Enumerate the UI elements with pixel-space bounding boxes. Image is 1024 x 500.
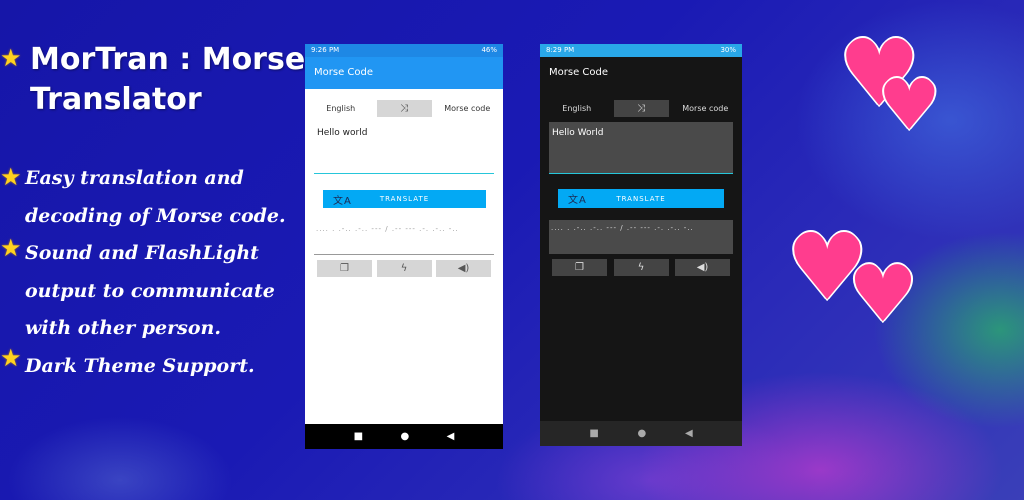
copy-icon: ❐ xyxy=(575,262,584,273)
target-language[interactable]: Morse code xyxy=(432,104,504,113)
language-row: English ⤨ Morse code xyxy=(540,100,742,117)
feature-line: Sound and FlashLight xyxy=(25,242,259,264)
translate-icon: 文A xyxy=(333,195,352,207)
battery-level: 30% xyxy=(720,46,736,54)
morse-output: .... . .-.. .-.. --- / .-- --- .-. .-.. … xyxy=(549,220,733,254)
copy-button[interactable]: ❐ xyxy=(552,259,607,276)
feature-line: output to communicate xyxy=(25,279,275,302)
feature-line: Easy translation and xyxy=(25,167,244,189)
android-nav-bar: ■ ● ◀ xyxy=(305,424,503,449)
star-icon: ★ xyxy=(0,344,22,372)
heart-icon: ♥ xyxy=(848,250,918,340)
morse-output: .... . .-.. .-.. --- / .-- --- .-. .-.. … xyxy=(314,221,494,255)
speaker-icon: ◀) xyxy=(457,263,470,274)
status-bar: 8:29 PM 30% xyxy=(540,44,742,57)
shuffle-icon: ⤨ xyxy=(637,103,645,114)
translate-button[interactable]: 文A TRANSLATE xyxy=(323,190,486,208)
promo-title: MorTran : Morse Translator xyxy=(30,40,310,120)
app-bar-title: Morse Code xyxy=(305,57,503,89)
flash-icon: ϟ xyxy=(637,262,645,273)
text-input[interactable]: Hello World xyxy=(549,122,733,174)
action-buttons: ❐ ϟ ◀) xyxy=(317,260,491,277)
status-time: 8:29 PM xyxy=(546,46,575,54)
star-icon: ★ xyxy=(0,234,22,262)
translate-icon: 文A xyxy=(568,195,587,206)
source-language[interactable]: English xyxy=(540,104,614,113)
android-nav-bar: ■ ● ◀ xyxy=(540,421,742,446)
translate-label: TRANSLATE xyxy=(616,194,666,203)
feature-line: decoding of Morse code. xyxy=(25,204,286,227)
source-language[interactable]: English xyxy=(305,104,377,113)
speaker-icon: ◀) xyxy=(696,262,709,273)
star-icon: ★ xyxy=(0,44,22,72)
home-icon[interactable]: ● xyxy=(400,431,409,442)
text-input[interactable]: Hello world xyxy=(314,122,494,174)
promo-title-line2: Translator xyxy=(30,82,202,117)
copy-icon: ❐ xyxy=(340,263,349,274)
translate-label: TRANSLATE xyxy=(379,195,430,203)
swap-language-button[interactable]: ⤨ xyxy=(376,100,432,117)
flashlight-button[interactable]: ϟ xyxy=(376,260,432,277)
translate-button[interactable]: 文A TRANSLATE xyxy=(558,189,724,208)
back-icon[interactable]: ◀ xyxy=(685,428,693,439)
target-language[interactable]: Morse code xyxy=(669,104,743,113)
promo-title-line1: MorTran : Morse xyxy=(30,42,306,77)
feature-list: Easy translation and decoding of Morse c… xyxy=(25,160,315,385)
action-buttons: ❐ ϟ ◀) xyxy=(552,259,730,276)
home-icon[interactable]: ● xyxy=(638,428,647,439)
feature-line: with other person. xyxy=(25,317,221,339)
flashlight-button[interactable]: ϟ xyxy=(613,259,669,276)
swap-language-button[interactable]: ⤨ xyxy=(613,100,669,117)
recents-icon[interactable]: ■ xyxy=(354,431,363,442)
battery-level: 46% xyxy=(481,46,497,54)
flash-icon: ϟ xyxy=(400,263,408,274)
status-time: 9:26 PM xyxy=(311,46,340,54)
dark-theme-phone: 8:29 PM 30% Morse Code English ⤨ Morse c… xyxy=(540,44,742,446)
app-bar-title: Morse Code xyxy=(540,57,742,89)
feature-line: Dark Theme Support. xyxy=(25,354,255,377)
light-theme-phone: 9:26 PM 46% Morse Code English ⤨ Morse c… xyxy=(305,44,503,449)
heart-icon: ♥ xyxy=(878,64,941,146)
shuffle-icon: ⤨ xyxy=(400,103,408,114)
recents-icon[interactable]: ■ xyxy=(589,428,598,439)
copy-button[interactable]: ❐ xyxy=(317,260,372,277)
star-icon: ★ xyxy=(0,163,22,191)
status-bar: 9:26 PM 46% xyxy=(305,44,503,57)
back-icon[interactable]: ◀ xyxy=(447,431,455,442)
sound-button[interactable]: ◀) xyxy=(675,259,730,276)
sound-button[interactable]: ◀) xyxy=(436,260,491,277)
language-row: English ⤨ Morse code xyxy=(305,100,503,117)
